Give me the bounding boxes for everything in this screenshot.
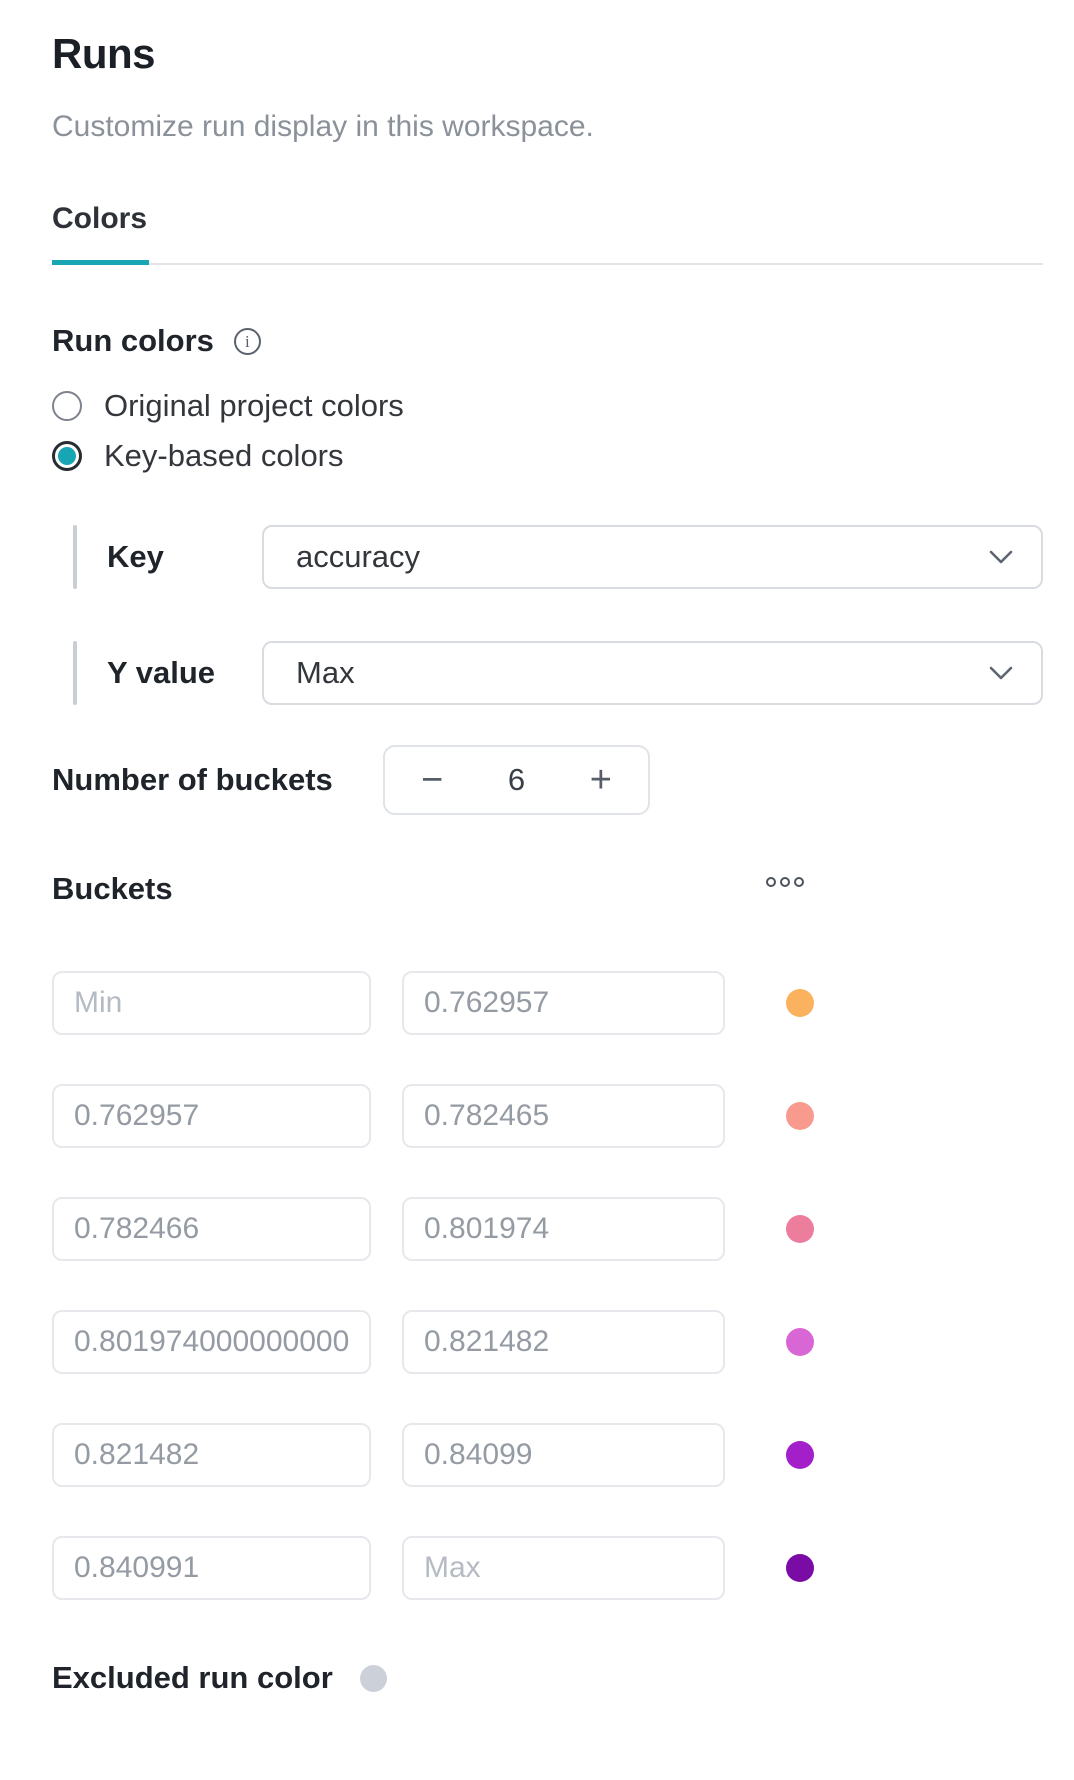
buckets-count-stepper: − 6 + <box>383 745 650 815</box>
dot <box>780 877 790 887</box>
key-label: Key <box>77 525 262 589</box>
radio-label: Original project colors <box>104 388 404 424</box>
bucket-grid <box>52 971 1043 1600</box>
run-colors-radio-group: Original project colors Key-based colors <box>52 387 1043 475</box>
page-subtitle: Customize run display in this workspace. <box>52 110 1043 144</box>
dot <box>794 877 804 887</box>
dot <box>766 877 776 887</box>
bucket-max-input[interactable] <box>402 1197 725 1261</box>
bucket-min-input[interactable] <box>52 971 371 1035</box>
bucket-color-dot[interactable] <box>786 1215 814 1243</box>
bucket-row <box>52 1536 1043 1600</box>
bucket-row <box>52 971 1043 1035</box>
excluded-run-color-dot[interactable] <box>360 1665 387 1692</box>
radio-original-project-colors[interactable]: Original project colors <box>52 387 1043 425</box>
chevron-down-icon <box>989 549 1013 565</box>
bucket-color-dot[interactable] <box>786 1554 814 1582</box>
tab-rule <box>52 260 1043 265</box>
buckets-count-value: 6 <box>508 762 525 798</box>
radio-dot <box>58 447 76 465</box>
bucket-color-dot[interactable] <box>786 1328 814 1356</box>
radio-icon[interactable] <box>52 391 82 421</box>
buckets-heading: Buckets <box>52 871 173 906</box>
y-value-select-value: Max <box>296 655 989 691</box>
page-title: Runs <box>52 30 1043 78</box>
bucket-max-input[interactable] <box>402 1423 725 1487</box>
increment-button[interactable]: + <box>584 761 618 799</box>
bucket-row <box>52 1310 1043 1374</box>
bucket-color-dot[interactable] <box>786 989 814 1017</box>
bucket-color-dot[interactable] <box>786 1441 814 1469</box>
bucket-min-input[interactable] <box>52 1197 371 1261</box>
radio-label: Key-based colors <box>104 438 344 474</box>
bucket-max-input[interactable] <box>402 1310 725 1374</box>
excluded-run-color-label: Excluded run color <box>52 1660 347 1696</box>
bucket-max-input[interactable] <box>402 971 725 1035</box>
decrement-button[interactable]: − <box>415 761 449 799</box>
bucket-min-input[interactable] <box>52 1536 371 1600</box>
run-colors-label: Run colors <box>52 323 214 359</box>
overflow-menu-icon[interactable] <box>762 873 808 891</box>
bucket-min-input[interactable] <box>52 1310 371 1374</box>
bucket-max-input[interactable] <box>402 1084 725 1148</box>
bucket-max-input[interactable] <box>402 1536 725 1600</box>
y-value-label: Y value <box>77 641 262 705</box>
tab-active-indicator <box>52 260 149 265</box>
number-of-buckets-label: Number of buckets <box>52 762 383 798</box>
key-select-value: accuracy <box>296 539 989 575</box>
chevron-down-icon <box>989 665 1013 681</box>
bucket-row <box>52 1423 1043 1487</box>
bucket-color-dot[interactable] <box>786 1102 814 1130</box>
info-icon[interactable]: i <box>234 328 261 355</box>
bucket-min-input[interactable] <box>52 1423 371 1487</box>
y-value-select[interactable]: Max <box>262 641 1043 705</box>
radio-key-based-colors[interactable]: Key-based colors <box>52 437 1043 475</box>
tab-colors[interactable]: Colors <box>52 202 147 236</box>
bucket-row <box>52 1084 1043 1148</box>
bucket-row <box>52 1197 1043 1261</box>
bucket-min-input[interactable] <box>52 1084 371 1148</box>
radio-icon[interactable] <box>52 441 82 471</box>
key-select[interactable]: accuracy <box>262 525 1043 589</box>
